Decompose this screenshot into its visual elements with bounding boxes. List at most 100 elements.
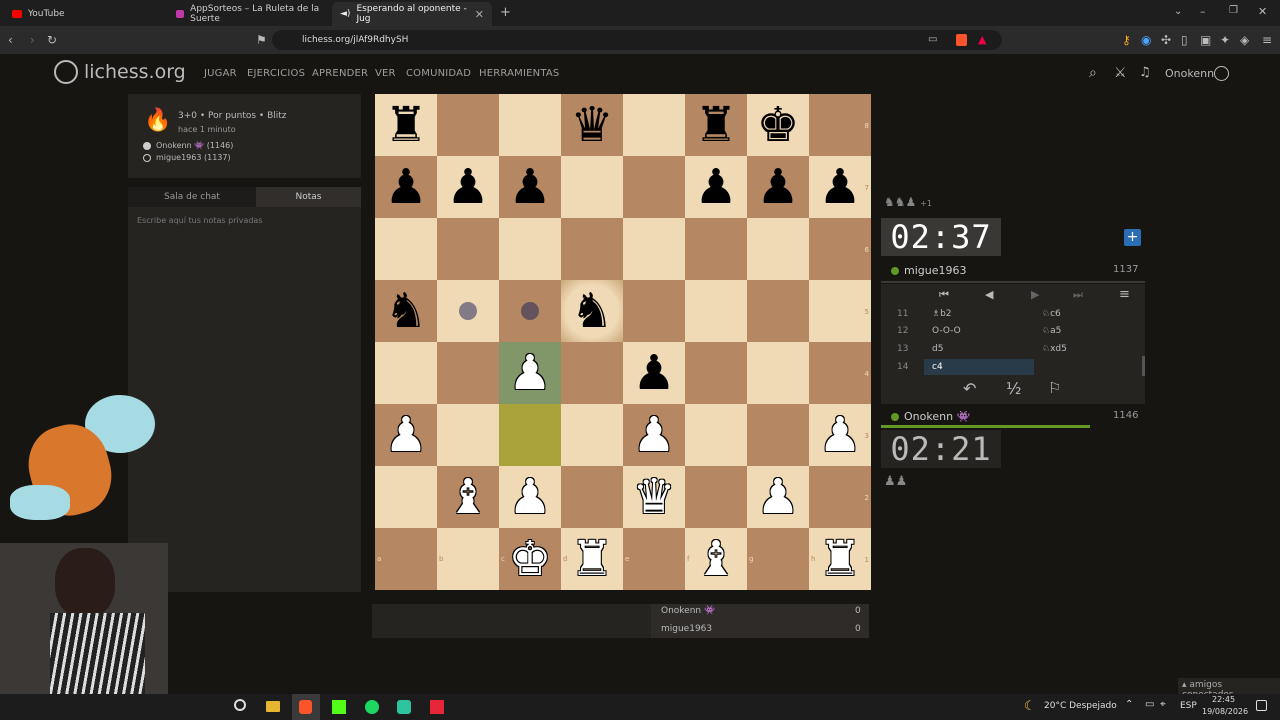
spotify-taskbar-icon[interactable]	[365, 700, 379, 714]
app-taskbar-icon[interactable]	[397, 700, 411, 714]
clock-time[interactable]: 22:45	[1212, 695, 1235, 704]
brave-rewards-icon[interactable]: ▲	[978, 33, 986, 46]
white-rook-piece[interactable]: ♜	[818, 528, 861, 590]
site-logo[interactable]: lichess.org	[54, 60, 186, 84]
move-white-current[interactable]: c4	[932, 362, 943, 372]
square-e5[interactable]	[623, 280, 685, 342]
close-window-icon[interactable]: ✕	[1258, 5, 1267, 18]
black-rook-piece[interactable]: ♜	[694, 94, 737, 156]
black-knight-piece[interactable]: ♞	[384, 280, 427, 342]
user-menu[interactable]: Onokenn	[1165, 67, 1214, 80]
move-white[interactable]: d5	[932, 344, 943, 354]
white-pawn-piece[interactable]: ♟	[818, 404, 861, 466]
nav-herramientas[interactable]: HERRAMIENTAS	[479, 68, 559, 79]
square-h5[interactable]: 5	[809, 280, 871, 342]
square-d3[interactable]	[561, 404, 623, 466]
square-b1[interactable]: b	[437, 528, 499, 590]
square-d1[interactable]: ♜ d	[561, 528, 623, 590]
square-g8[interactable]: ♚	[747, 94, 809, 156]
tab-list-icon[interactable]: ⌄	[1174, 6, 1182, 17]
key-icon[interactable]: ⚷	[1122, 32, 1131, 48]
opponent-name[interactable]: migue1963	[904, 264, 967, 277]
square-c2[interactable]: ♟	[499, 466, 561, 528]
square-a2[interactable]	[375, 466, 437, 528]
square-h7[interactable]: ♟ 7	[809, 156, 871, 218]
nav-ver[interactable]: VER	[375, 68, 396, 79]
new-tab-icon[interactable]: +	[500, 5, 511, 20]
square-d8[interactable]: ♛	[561, 94, 623, 156]
square-b8[interactable]	[437, 94, 499, 156]
white-bishop-piece[interactable]: ♝	[446, 466, 489, 528]
square-b3[interactable]	[437, 404, 499, 466]
square-f6[interactable]	[685, 218, 747, 280]
white-player[interactable]: Onokenn 👾 (1146)	[156, 141, 233, 150]
tray-app-icon[interactable]: ▭	[1145, 699, 1154, 710]
square-e3[interactable]: ♟	[623, 404, 685, 466]
square-b2[interactable]: ♝	[437, 466, 499, 528]
sidebar-icon[interactable]: ▯	[1181, 32, 1188, 48]
square-e1[interactable]: e	[623, 528, 685, 590]
square-g4[interactable]	[747, 342, 809, 404]
square-b7[interactable]: ♟	[437, 156, 499, 218]
square-d6[interactable]	[561, 218, 623, 280]
brave-shield-icon[interactable]	[956, 34, 967, 46]
prev-move-icon[interactable]: ◀	[985, 288, 993, 301]
square-a1[interactable]: a	[375, 528, 437, 590]
menu-icon[interactable]: ≡	[1262, 32, 1272, 48]
square-a3[interactable]: ♟	[375, 404, 437, 466]
tab-notes[interactable]: Notas	[256, 187, 361, 207]
white-queen-piece[interactable]: ♛	[632, 466, 675, 528]
square-g3[interactable]	[747, 404, 809, 466]
black-pawn-piece[interactable]: ♟	[508, 156, 551, 218]
nav-comunidad[interactable]: COMUNIDAD	[406, 68, 471, 79]
square-f3[interactable]	[685, 404, 747, 466]
url-field[interactable]: lichess.org/jlAf9RdhySH	[272, 30, 1002, 50]
minimize-icon[interactable]: –	[1200, 5, 1206, 18]
close-tab-icon[interactable]: ✕	[475, 8, 484, 21]
white-rook-piece[interactable]: ♜	[570, 528, 613, 590]
wallet-icon[interactable]: ▣	[1200, 32, 1211, 48]
square-h6[interactable]: 6	[809, 218, 871, 280]
app-x-taskbar-icon[interactable]	[430, 700, 444, 714]
square-a5[interactable]: ♞	[375, 280, 437, 342]
black-player[interactable]: migue1963 (1137)	[156, 153, 231, 162]
square-a4[interactable]	[375, 342, 437, 404]
brave-taskbar-icon[interactable]	[299, 700, 312, 714]
tab-chat[interactable]: Sala de chat	[128, 187, 256, 207]
square-g2[interactable]: ♟	[747, 466, 809, 528]
square-c3[interactable]	[499, 404, 561, 466]
search-circle-icon[interactable]	[234, 699, 246, 711]
swords-icon[interactable]: ⚔	[1114, 65, 1127, 81]
white-pawn-piece[interactable]: ♟	[508, 342, 551, 404]
square-g5[interactable]	[747, 280, 809, 342]
square-e4[interactable]: ♟	[623, 342, 685, 404]
tab-appsorteos[interactable]: AppSorteos – La Ruleta de la Suerte	[168, 2, 330, 26]
chess-board[interactable]: ♜ ♛ ♜ ♚ 8 ♟ ♟ ♟ ♟ ♟ ♟ 7 6 ♞ ♞ 5 ♟ ♟ 4 ♟ ♟ ♟ 3 ♝ ♟ ♛ ♟ 2 a b ♚ c ♜ d e ♝ f g ♜ 1…	[375, 94, 871, 590]
square-h1[interactable]: ♜ 1 h	[809, 528, 871, 590]
bookmark-icon[interactable]: ⚑	[256, 32, 267, 48]
move-black[interactable]: ♘c6	[1042, 309, 1061, 319]
give-time-plus-icon[interactable]: +	[1124, 229, 1141, 246]
takeback-icon[interactable]: ↶	[963, 379, 976, 398]
square-g7[interactable]: ♟	[747, 156, 809, 218]
black-king-piece[interactable]: ♚	[756, 94, 799, 156]
file-explorer-icon[interactable]	[266, 701, 280, 712]
move-white[interactable]: ♗b2	[932, 309, 952, 319]
square-e6[interactable]	[623, 218, 685, 280]
black-pawn-piece[interactable]: ♟	[694, 156, 737, 218]
cast-icon[interactable]: ▭	[928, 32, 937, 48]
resign-flag-icon[interactable]: ⚐	[1048, 379, 1061, 397]
next-move-icon[interactable]: ▶	[1031, 288, 1039, 301]
square-c4[interactable]: ♟	[499, 342, 561, 404]
weather-text[interactable]: 20°C Despejado	[1044, 701, 1117, 711]
black-pawn-piece[interactable]: ♟	[818, 156, 861, 218]
square-f1[interactable]: ♝ f	[685, 528, 747, 590]
extensions-icon[interactable]: ✣	[1161, 32, 1171, 48]
square-c6[interactable]	[499, 218, 561, 280]
move-dest-dot[interactable]	[459, 302, 477, 320]
first-move-icon[interactable]: ⏮	[939, 288, 949, 302]
tray-chevron-icon[interactable]: ⌃	[1125, 699, 1133, 710]
square-f7[interactable]: ♟	[685, 156, 747, 218]
reload-icon[interactable]: ↻	[47, 32, 57, 48]
leo-icon[interactable]: ✦	[1220, 32, 1230, 48]
